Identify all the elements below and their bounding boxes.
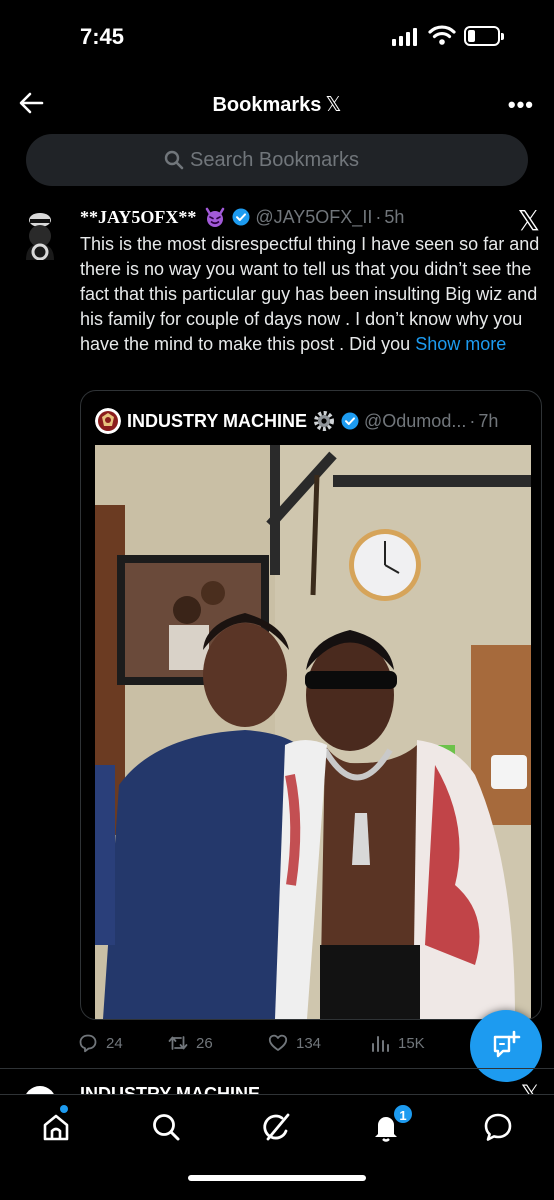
quoted-tweet-header: INDUSTRY MACHINE @Odumod... · 7h <box>95 408 531 434</box>
tweet-author-name[interactable]: **JAY5OFX** <box>80 207 196 228</box>
quoted-author-name: INDUSTRY MACHINE <box>127 410 308 431</box>
verified-badge-icon <box>232 208 250 226</box>
header: Bookmarks 𝕏 ••• <box>0 82 554 128</box>
views-count: 15K <box>398 1034 425 1052</box>
tweet-body: This is the most disrespectful thing I h… <box>80 232 544 357</box>
tweet-header: **JAY5OFX** @JAY5OFX_II · 5h <box>80 205 534 229</box>
home-indicator <box>188 1175 366 1181</box>
show-more-link[interactable]: Show more <box>415 334 506 354</box>
grok-icon[interactable] <box>260 1111 292 1143</box>
tweet-author-handle[interactable]: @JAY5OFX_II <box>255 207 372 228</box>
tweet-timestamp[interactable]: 5h <box>384 207 404 228</box>
x-logo-icon: 𝕏 <box>325 94 342 116</box>
quoted-tweet[interactable]: INDUSTRY MACHINE @Odumod... · 7h <box>80 390 542 1020</box>
more-options-icon[interactable]: ••• <box>508 92 534 118</box>
views-button[interactable]: 15K <box>370 1033 448 1053</box>
quoted-author-avatar <box>95 408 121 434</box>
compose-button[interactable] <box>470 1010 542 1082</box>
verified-badge-icon <box>341 412 359 430</box>
page-title: Bookmarks 𝕏 <box>0 92 554 117</box>
reply-icon <box>79 1034 97 1053</box>
home-unread-dot <box>60 1105 68 1113</box>
page-title-text: Bookmarks <box>212 94 322 116</box>
heart-icon <box>268 1034 288 1051</box>
quoted-tweet-timestamp: 7h <box>478 410 499 431</box>
search-input[interactable] <box>190 148 390 172</box>
gear-icon <box>314 411 335 431</box>
battery-icon <box>464 26 504 46</box>
reply-button[interactable]: 24 <box>78 1033 168 1053</box>
home-icon[interactable] <box>40 1111 72 1143</box>
search-icon <box>164 150 184 170</box>
signal-icon <box>392 28 420 46</box>
status-time: 7:45 <box>80 24 125 49</box>
devil-emoji-icon <box>206 207 225 227</box>
status-bar: 7:45 <box>0 0 554 76</box>
user-avatar[interactable] <box>20 210 60 260</box>
repost-button[interactable]: 26 <box>168 1033 268 1053</box>
quoted-author-handle: @Odumod... <box>364 410 467 431</box>
like-count: 134 <box>296 1034 322 1052</box>
tweet-divider <box>0 1068 554 1069</box>
views-icon <box>372 1036 389 1052</box>
notifications-badge: 1 <box>392 1103 414 1125</box>
repost-icon <box>168 1036 188 1050</box>
wifi-icon <box>428 25 456 45</box>
tweet-photo[interactable] <box>95 445 531 1019</box>
like-button[interactable]: 134 <box>268 1033 370 1053</box>
compose-icon <box>493 1030 521 1058</box>
separator-dot: · <box>375 206 382 227</box>
repost-count: 26 <box>196 1034 213 1052</box>
bottom-nav: 1 <box>0 1094 554 1200</box>
search-bar[interactable] <box>26 134 528 186</box>
tweet-actions: 24 26 134 15K <box>78 1030 448 1056</box>
messages-icon[interactable] <box>482 1111 514 1143</box>
explore-search-icon[interactable] <box>150 1111 182 1143</box>
separator-dot: · <box>469 410 476 431</box>
reply-count: 24 <box>106 1034 123 1052</box>
